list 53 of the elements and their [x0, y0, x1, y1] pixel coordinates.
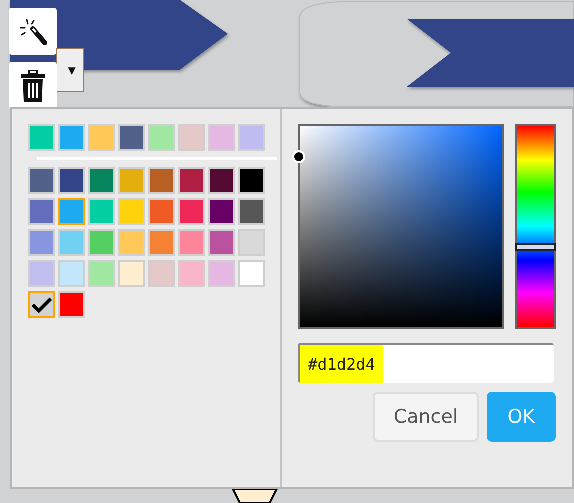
color-swatch[interactable] — [28, 198, 55, 225]
color-swatch[interactable] — [88, 198, 115, 225]
color-swatch[interactable] — [178, 124, 205, 151]
current-color-swatch[interactable] — [28, 291, 55, 318]
color-swatch[interactable] — [238, 198, 265, 225]
magic-wand-icon — [19, 18, 47, 46]
color-swatch[interactable] — [28, 167, 55, 194]
cancel-button[interactable]: Cancel — [373, 392, 479, 442]
color-swatch[interactable] — [148, 198, 175, 225]
color-swatch[interactable] — [58, 167, 85, 194]
color-swatch[interactable] — [58, 229, 85, 256]
dropdown-button[interactable]: ▼ — [56, 48, 84, 92]
color-swatch[interactable] — [88, 124, 115, 151]
color-swatch[interactable] — [148, 124, 175, 151]
color-swatch[interactable] — [118, 229, 145, 256]
color-swatch[interactable] — [118, 260, 145, 287]
color-swatch[interactable] — [118, 198, 145, 225]
color-swatch[interactable] — [28, 260, 55, 287]
color-swatch[interactable] — [28, 124, 55, 151]
checkmark-icon — [32, 296, 52, 312]
color-swatch[interactable] — [118, 167, 145, 194]
color-swatch[interactable] — [88, 229, 115, 256]
hex-value: #d1d2d4 — [300, 345, 384, 383]
color-swatch[interactable] — [208, 229, 235, 256]
magic-wand-button[interactable] — [9, 8, 57, 55]
color-swatch[interactable] — [208, 260, 235, 287]
picker-handle[interactable] — [292, 150, 306, 164]
color-swatch[interactable] — [88, 260, 115, 287]
color-swatch[interactable] — [238, 167, 265, 194]
color-swatch[interactable] — [148, 260, 175, 287]
color-swatch[interactable] — [178, 198, 205, 225]
color-swatch[interactable] — [148, 167, 175, 194]
delete-button[interactable] — [9, 62, 57, 109]
color-swatch[interactable] — [178, 260, 205, 287]
color-swatch[interactable] — [178, 229, 205, 256]
color-swatch[interactable] — [58, 291, 85, 318]
color-swatch[interactable] — [118, 124, 145, 151]
color-swatch[interactable] — [58, 260, 85, 287]
color-swatch[interactable] — [208, 124, 235, 151]
color-swatch[interactable] — [238, 260, 265, 287]
color-swatch[interactable] — [58, 124, 85, 151]
trash-icon — [20, 70, 46, 102]
color-swatch[interactable] — [58, 198, 85, 225]
hex-input-field[interactable]: #d1d2d4 — [298, 343, 554, 383]
color-swatch[interactable] — [88, 167, 115, 194]
color-swatch[interactable] — [208, 167, 235, 194]
saturation-brightness-area[interactable] — [298, 124, 504, 329]
color-swatch[interactable] — [208, 198, 235, 225]
color-swatch[interactable] — [178, 167, 205, 194]
color-swatch[interactable] — [28, 229, 55, 256]
color-swatch[interactable] — [238, 124, 265, 151]
color-swatch[interactable] — [238, 229, 265, 256]
color-swatch[interactable] — [148, 229, 175, 256]
